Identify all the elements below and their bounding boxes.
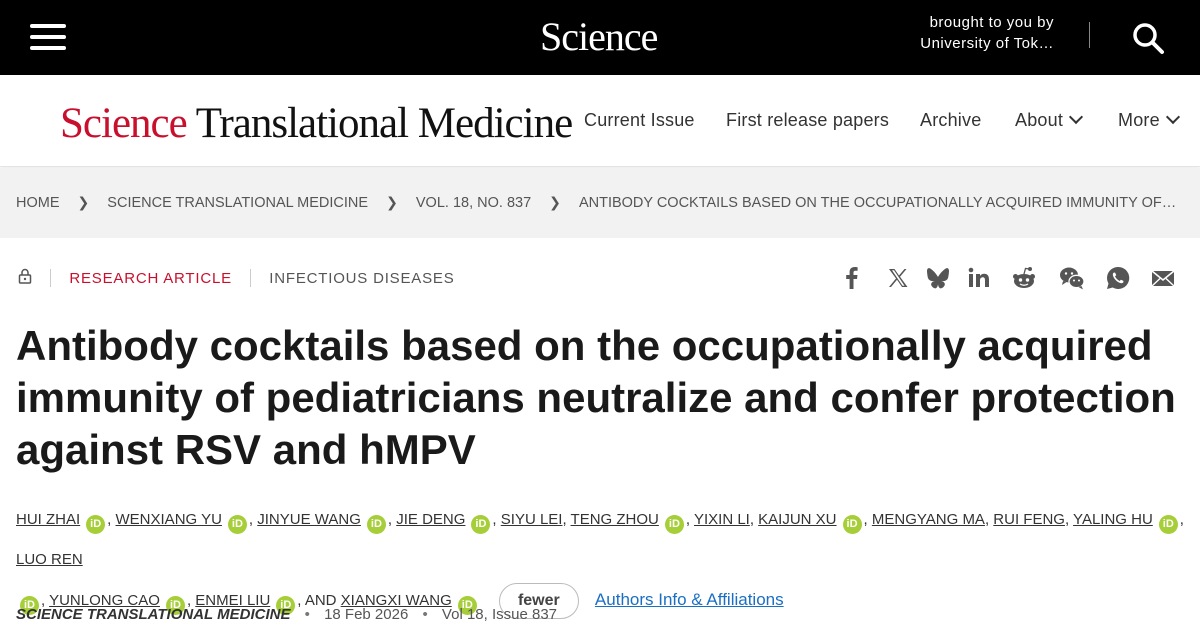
bluesky-icon[interactable] [924,264,952,292]
breadcrumb-home[interactable]: HOME [16,195,60,211]
author-link[interactable]: SIYU LEI [501,511,563,528]
author-link[interactable]: LUO REN [16,551,83,568]
author-link[interactable]: JIE DENG [396,511,465,528]
author-link[interactable]: YALING HU [1073,511,1153,528]
email-icon[interactable] [1149,264,1177,292]
lock-icon [18,268,32,288]
nav-about-label: About [1015,110,1064,130]
hamburger-menu-icon[interactable] [30,24,66,50]
divider [250,269,252,287]
author-link[interactable]: RUI FENG [993,511,1065,528]
divider [1089,22,1090,48]
reddit-icon[interactable] [1010,264,1038,292]
chevron-right-icon: ❯ [77,194,90,210]
author-link[interactable]: JINYUE WANG [257,511,361,528]
journal-header: Science Translational Medicine Current I… [0,75,1200,167]
orcid-icon[interactable]: iD [86,515,106,534]
breadcrumb-journal[interactable]: SCIENCE TRANSLATIONAL MEDICINE [107,195,368,211]
linkedin-icon[interactable] [965,264,993,292]
global-topbar: Science brought to you by University of … [0,0,1200,75]
journal-logo[interactable]: Science Translational Medicine [60,99,573,148]
orcid-icon[interactable]: iD [471,515,491,534]
breadcrumb-article: ANTIBODY COCKTAILS BASED ON THE OCCUPATI… [578,194,1177,211]
orcid-icon[interactable]: iD [664,515,684,534]
author-link[interactable]: WENXIANG YU [116,511,222,528]
chevron-down-icon [1068,109,1084,125]
nav-first-release[interactable]: First release papers [726,110,889,131]
facebook-icon[interactable] [838,264,866,292]
author-link[interactable]: TENG ZHOU [571,511,659,528]
nav-more[interactable]: More [1118,109,1180,131]
divider [50,269,52,287]
orcid-icon[interactable]: iD [842,515,862,534]
nav-about[interactable]: About [1015,109,1084,131]
journal-logo-rest: Translational Medicine [195,100,573,147]
article-meta: SCIENCE TRANSLATIONAL MEDICINE • 18 Feb … [16,606,557,623]
meta-issue[interactable]: Vol 18, Issue 837 [442,606,557,623]
access-line2: University of Tok… [920,35,1054,52]
author-list: HUI ZHAI iD, WENXIANG YU iD, JINYUE WANG iD… [16,500,1186,621]
journal-logo-science: Science [60,100,188,147]
author-link[interactable]: KAIJUN XU [758,511,836,528]
author-link[interactable]: YIXIN LI [694,511,750,528]
chevron-right-icon: ❯ [386,194,398,210]
x-twitter-icon[interactable] [884,264,912,292]
authors-info-link[interactable]: Authors Info & Affiliations [595,590,784,609]
orcid-icon[interactable]: iD [366,515,386,534]
nav-more-label: More [1118,110,1160,130]
author-link[interactable]: MENGYANG MA [872,511,985,528]
orcid-icon[interactable]: iD [227,515,247,534]
meta-separator: • [304,606,310,623]
nav-current-issue[interactable]: Current Issue [584,110,695,131]
meta-date: 18 Feb 2026 [324,606,409,623]
search-icon[interactable] [1130,20,1166,56]
wechat-icon[interactable] [1058,264,1086,292]
article-subject[interactable]: INFECTIOUS DISEASES [269,270,454,287]
nav-archive[interactable]: Archive [920,110,981,131]
access-line1: brought to you by [929,14,1054,31]
meta-separator: • [422,606,428,623]
article-title: Antibody cocktails based on the occupati… [16,322,1176,473]
orcid-icon[interactable]: iD [1158,515,1178,534]
meta-journal[interactable]: SCIENCE TRANSLATIONAL MEDICINE [16,606,290,623]
chevron-right-icon: ❯ [549,194,561,210]
whatsapp-icon[interactable] [1104,264,1132,292]
article-tags: RESEARCH ARTICLE INFECTIOUS DISEASES [18,268,455,288]
author-link[interactable]: HUI ZHAI [16,511,80,528]
chevron-down-icon [1165,109,1180,125]
institution-access[interactable]: brought to you by University of Tok… [920,12,1054,54]
breadcrumb-volume[interactable]: VOL. 18, NO. 837 [416,195,531,211]
science-logo[interactable]: Science [540,13,658,60]
breadcrumb: HOME ❯ SCIENCE TRANSLATIONAL MEDICINE ❯ … [16,194,1176,211]
article-type[interactable]: RESEARCH ARTICLE [69,270,232,287]
